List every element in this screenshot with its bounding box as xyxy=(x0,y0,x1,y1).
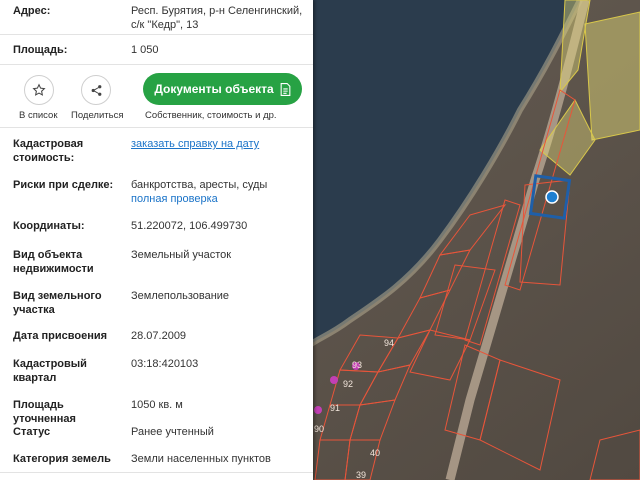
share-label: Поделиться xyxy=(71,110,124,121)
yellow-zone-top xyxy=(584,11,640,141)
share-icon xyxy=(91,84,101,96)
parcel-number: 90 xyxy=(314,424,324,434)
address-label: Адрес: xyxy=(13,5,51,17)
address-value: Респ. Бурятия, р-н Селенгинский, с/к "Ке… xyxy=(131,4,311,32)
favorite-button[interactable] xyxy=(24,75,54,105)
assigned-date-value: 28.07.2009 xyxy=(131,330,187,342)
parcel-number: 92 xyxy=(343,379,353,389)
address-line2: с/к "Кедр", 13 xyxy=(131,19,199,31)
detail-label: Координаты: xyxy=(13,220,85,232)
detail-label: Кадастровая стоимость: xyxy=(13,138,84,164)
land-category-value: Земли населенных пунктов xyxy=(131,453,271,465)
parcel-number: 93 xyxy=(352,360,362,370)
favorite-label: В список xyxy=(19,110,58,121)
share-button[interactable] xyxy=(81,75,111,105)
area-value: 1 050 xyxy=(131,44,159,56)
area-label: Площадь: xyxy=(13,44,68,56)
divider xyxy=(0,34,313,35)
object-info-panel: Адрес: Респ. Бурятия, р-н Селенгинский, … xyxy=(0,0,313,480)
detail-label: Статус xyxy=(13,426,51,438)
parcel-number: 94 xyxy=(384,338,394,348)
address-line1: Респ. Бурятия, р-н Селенгинский, xyxy=(131,5,303,17)
detail-label: Вид земельного участка xyxy=(13,290,102,316)
cadastral-block-value: 03:18:420103 xyxy=(131,358,199,370)
detail-label: Площадь уточненная xyxy=(13,399,76,425)
documents-button-label: Документы объекта xyxy=(154,82,274,96)
coordinates-value: 51.220072, 106.499730 xyxy=(131,220,248,232)
detail-label: Вид объекта недвижимости xyxy=(13,249,94,275)
documents-caption: Собственник, стоимость и др. xyxy=(145,110,277,121)
address-row: Адрес: Респ. Бурятия, р-н Селенгинский, … xyxy=(13,4,303,34)
divider xyxy=(0,472,313,473)
document-icon xyxy=(280,82,291,96)
object-type-value: Земельный участок xyxy=(131,249,232,261)
detail-label: Категория земель xyxy=(13,453,111,465)
risks-value: банкротства, аресты, суды xyxy=(131,179,268,191)
full-check-link[interactable]: полная проверка xyxy=(131,192,311,206)
documents-button[interactable]: Документы объекта xyxy=(143,73,302,105)
detail-label: Кадастровый квартал xyxy=(13,358,87,384)
refined-area-value: 1050 кв. м xyxy=(131,399,183,411)
order-certificate-link[interactable]: заказать справку на дату xyxy=(131,138,259,150)
detail-label: Дата присвоения xyxy=(13,330,108,342)
divider xyxy=(0,64,313,65)
detail-label: Риски при сделке: xyxy=(13,179,114,191)
divider xyxy=(0,127,313,128)
land-type-value: Землепользование xyxy=(131,290,230,302)
selected-parcel-marker[interactable] xyxy=(545,190,559,204)
status-value: Ранее учтенный xyxy=(131,426,214,438)
star-icon xyxy=(32,83,46,96)
poi-marker[interactable] xyxy=(314,406,322,414)
parcel-number: 91 xyxy=(330,403,340,413)
parcel-number: 39 xyxy=(356,470,366,480)
poi-marker[interactable] xyxy=(330,376,338,384)
parcel-number: 40 xyxy=(370,448,380,458)
